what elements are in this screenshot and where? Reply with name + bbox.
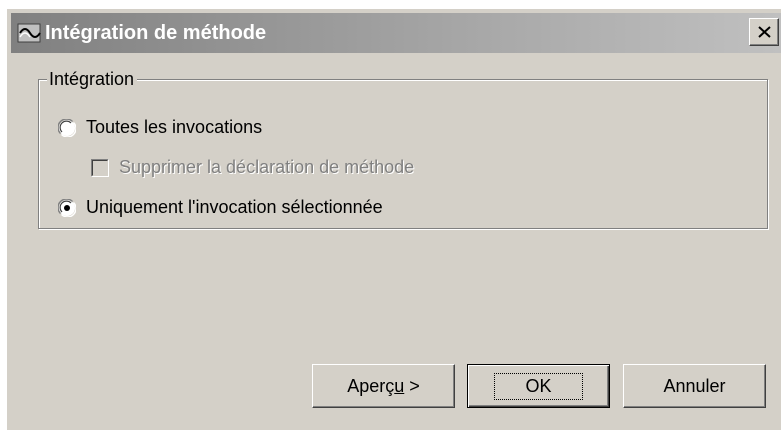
integration-group-label: Intégration xyxy=(47,67,138,91)
dialog-window: Intégration de méthode Intégration Toute… xyxy=(6,8,781,430)
option-all-invocations[interactable]: Toutes les invocations xyxy=(58,117,262,138)
window-title: Intégration de méthode xyxy=(45,22,267,44)
cancel-button[interactable]: Annuler xyxy=(623,364,766,408)
radio-unchecked-icon[interactable] xyxy=(58,118,76,137)
preview-button[interactable]: Aperçu > xyxy=(312,364,455,408)
close-icon xyxy=(758,26,771,38)
ok-button-label: OK xyxy=(494,372,583,400)
option-selected-invocation-label: Uniquement l'invocation sélectionnée xyxy=(86,197,383,217)
radio-checked-icon[interactable] xyxy=(58,198,76,217)
ok-button[interactable]: OK xyxy=(467,364,610,408)
close-button[interactable] xyxy=(749,18,779,46)
option-delete-declaration: Supprimer la déclaration de méthode xyxy=(91,157,414,178)
cancel-button-label: Annuler xyxy=(663,375,726,396)
option-all-invocations-label: Toutes les invocations xyxy=(86,117,263,137)
integration-group: Intégration Toutes les invocations Suppr… xyxy=(38,67,768,229)
option-selected-invocation[interactable]: Uniquement l'invocation sélectionnée xyxy=(58,197,383,218)
refactor-icon xyxy=(17,21,41,45)
option-delete-declaration-label: Supprimer la déclaration de méthode xyxy=(119,157,415,177)
preview-button-label: Aperçu > xyxy=(347,375,420,396)
checkbox-disabled-icon xyxy=(91,158,109,177)
title-bar[interactable]: Intégration de méthode xyxy=(11,13,781,53)
